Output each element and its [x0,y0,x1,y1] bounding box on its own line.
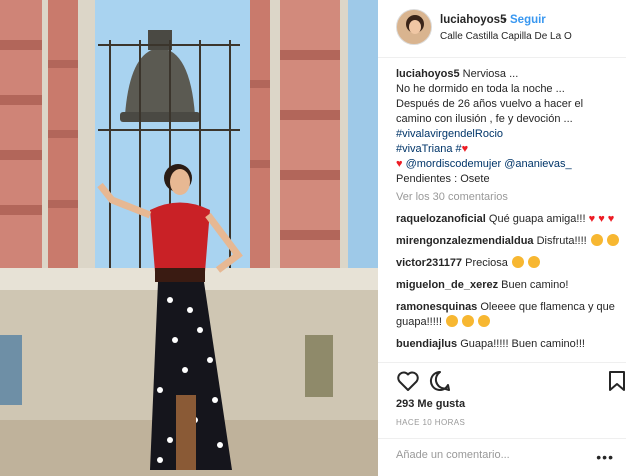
hashtag-link-2[interactable]: #vivaTriana # [396,143,462,155]
mention-link-1[interactable]: @mordiscodemujer [406,158,502,170]
caption: luciahoyos5 Nerviosa ... No he dormido e… [396,67,620,187]
mention-link-2[interactable]: @ananievas_ [504,158,571,170]
action-bar [378,362,626,398]
caption-line-4: camino con ilusión , fe y devoción ... [396,113,573,125]
heart-eyes-emoji-icon [511,256,524,268]
more-options-icon[interactable]: ••• [596,449,614,465]
comment-username[interactable]: buendiajlus [396,338,457,350]
comment-item: victor231177 Preciosa [396,256,620,271]
blowing-kiss-emoji-icon [462,315,474,327]
add-comment-section: ••• [378,438,626,476]
avatar[interactable] [396,9,432,45]
location-link[interactable]: Calle Castilla Capilla De La O [440,31,572,42]
separator-dot: • [503,14,507,26]
comment-username[interactable]: miguelon_de_xerez [396,279,498,291]
caption-pending: Pendientes : Osete [396,173,490,185]
post-panel: luciahoyos5 • Seguir Calle Castilla Capi… [378,0,626,476]
comment-username[interactable]: victor231177 [396,257,462,269]
caption-line-1: Nerviosa ... [462,68,519,80]
follow-button[interactable]: Seguir [510,14,546,26]
comment-item: mirengonzalezmendialdua Disfruta!!!! [396,234,620,249]
heart-icon[interactable] [396,369,420,393]
post-timestamp[interactable]: HACE 10 HORAS [396,418,465,427]
comment-text: Qué guapa amiga!!! [488,213,586,225]
heart-emoji-icon: ♥ [396,158,403,170]
comment-text: Buen camino! [501,279,569,291]
comment-item: raquelozanoficial Qué guapa amiga!!! ♥ ♥… [396,212,620,227]
likes-count[interactable]: 293 Me gusta [396,398,465,410]
comment-item: ramonesquinas Oleeee que flamenca y que … [396,300,620,330]
comment-item: miguelon_de_xerez Buen camino! [396,278,620,293]
caption-username[interactable]: luciahoyos5 [396,68,460,80]
blowing-kiss-emoji-icon [478,315,491,327]
header-username[interactable]: luciahoyos5 [440,14,506,26]
comment-input[interactable] [396,449,576,461]
comment-text: Preciosa [465,257,508,269]
comment-icon[interactable] [428,369,452,393]
caption-line-3: Después de 26 años vuelvo a hacer el [396,98,584,110]
caption-line-2: No he dormido en toda la noche ... [396,83,565,95]
heart-eyes-emoji-icon [606,234,619,246]
heart-eyes-emoji-icon [590,234,603,246]
comment-username[interactable]: ramonesquinas [396,301,477,313]
comment-username[interactable]: mirengonzalezmendialdua [396,235,534,247]
heart-emoji-icon: ♥ ♥ ♥ [588,213,615,225]
comment-item: buendiajlus Guapa!!!!! Buen camino!!! [396,337,620,352]
blowing-kiss-emoji-icon [445,315,458,327]
comment-text: Disfruta!!!! [536,235,587,247]
blowing-kiss-emoji-icon [528,256,541,268]
hashtag-link-1[interactable]: #vivalavirgendelRocio [396,127,620,142]
comment-username[interactable]: raquelozanoficial [396,213,486,225]
bookmark-icon[interactable] [605,369,626,393]
post-header: luciahoyos5 • Seguir Calle Castilla Capi… [378,0,626,58]
photo-image [0,0,378,476]
red-heart-emoji-icon: ♥ [461,143,469,155]
comments-list[interactable]: luciahoyos5 Nerviosa ... No he dormido e… [396,67,620,359]
post-photo[interactable] [0,0,378,476]
avatar-image [397,10,431,44]
view-all-comments-link[interactable]: Ver los 30 comentarios [396,190,620,205]
comment-text: Guapa!!!!! Buen camino!!! [460,338,585,350]
